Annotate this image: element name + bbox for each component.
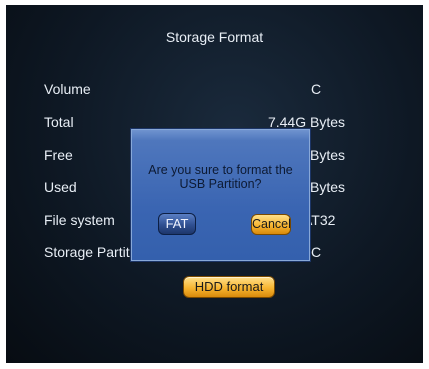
label-storage-partition: Storage Partitio [44,244,141,260]
value-total: 7.44G Bytes [267,114,345,130]
label-total: Total [44,114,74,130]
value-volume: C [311,81,322,97]
hdd-format-button[interactable]: HDD format [183,276,275,298]
dialog-message-line2: USB Partition? [179,177,262,191]
fat-button[interactable]: FAT [158,213,196,235]
cancel-button[interactable]: Cancel [251,214,291,235]
label-file-system: File system [44,212,115,228]
page-title: Storage Format [165,29,264,45]
label-volume: Volume [44,81,91,97]
dialog-message-line1: Are you sure to format the [148,163,293,177]
label-used: Used [44,179,77,195]
storage-format-screen: Storage Format Volume C Total 7.44G Byte… [6,5,423,363]
format-confirm-dialog: Are you sure to format the USB Partition… [131,129,310,261]
dialog-message: Are you sure to format the USB Partition… [132,163,309,191]
value-storage-partition: C [311,244,322,260]
label-free: Free [44,147,73,163]
